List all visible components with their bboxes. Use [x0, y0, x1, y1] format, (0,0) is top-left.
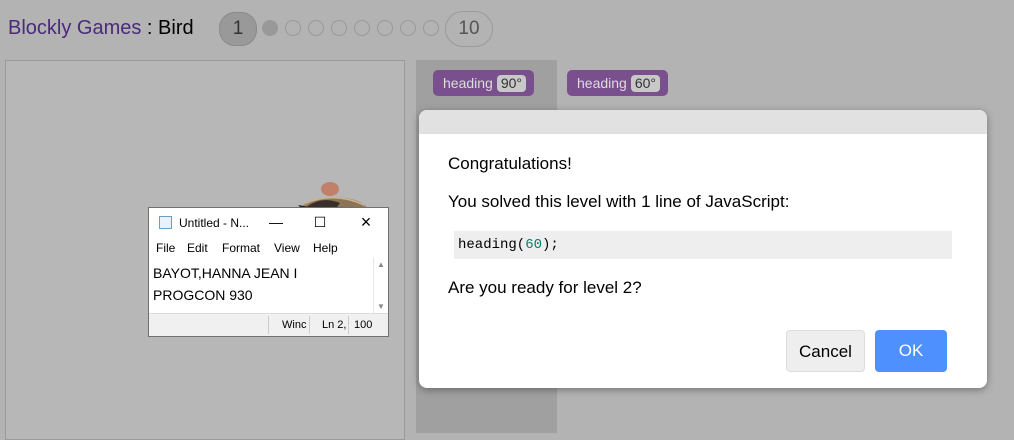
status-zoom: 100: [354, 319, 373, 331]
menu-help[interactable]: Help: [313, 241, 338, 255]
level-9-dot[interactable]: [423, 20, 439, 36]
level-5-dot[interactable]: [331, 20, 347, 36]
page-title: Blockly Games : Bird: [8, 17, 194, 40]
angle-field[interactable]: 60°: [630, 75, 660, 92]
block-label: heading: [577, 75, 627, 91]
notepad-scrollbar[interactable]: ▲ ▼: [373, 258, 388, 316]
dialog-title: Congratulations!: [448, 154, 572, 173]
notepad-icon: [159, 216, 172, 229]
status-encoding: Winc: [282, 319, 307, 331]
level-7-dot[interactable]: [377, 20, 393, 36]
menu-file[interactable]: File: [156, 241, 175, 255]
dialog-header[interactable]: [419, 110, 987, 134]
angle-field[interactable]: 90°: [496, 75, 526, 92]
block-label: heading: [443, 75, 493, 91]
level-4-dot[interactable]: [308, 20, 324, 36]
minimize-icon[interactable]: —: [261, 212, 291, 232]
level-8-dot[interactable]: [400, 20, 416, 36]
level-3-dot[interactable]: [285, 20, 301, 36]
level-1-button[interactable]: 1: [219, 12, 257, 46]
level-10-button[interactable]: 10: [445, 11, 493, 47]
brand-link[interactable]: Blockly Games: [8, 17, 141, 39]
level-2-dot[interactable]: [262, 20, 278, 36]
menu-format[interactable]: Format: [222, 241, 260, 255]
status-position: Ln 2,: [322, 319, 347, 331]
notepad-titlebar[interactable]: Untitled - N... — ☐ ×: [149, 208, 388, 236]
menu-edit[interactable]: Edit: [187, 241, 208, 255]
notepad-window[interactable]: Untitled - N... — ☐ × File Edit Format V…: [148, 207, 389, 337]
maximize-icon[interactable]: ☐: [305, 212, 335, 232]
scroll-down-icon[interactable]: ▼: [377, 302, 385, 311]
ok-button[interactable]: OK: [875, 330, 947, 372]
workspace-heading-block[interactable]: heading 60°: [567, 70, 668, 96]
congratulations-dialog: Congratulations! You solved this level w…: [419, 110, 987, 388]
level-6-dot[interactable]: [354, 20, 370, 36]
game-name: Bird: [158, 17, 194, 39]
cancel-button[interactable]: Cancel: [786, 330, 865, 372]
toolbox-heading-block[interactable]: heading 90°: [433, 70, 534, 96]
notepad-statusbar: Winc Ln 2, 100: [149, 313, 388, 336]
menu-view[interactable]: View: [274, 241, 300, 255]
notepad-text-area[interactable]: BAYOT,HANNA JEAN I PROGCON 930: [153, 262, 297, 306]
close-icon[interactable]: ×: [351, 212, 381, 232]
dialog-question: Are you ready for level 2?: [448, 278, 642, 297]
title-separator: :: [141, 17, 159, 39]
dialog-message: You solved this level with 1 line of Jav…: [448, 192, 790, 211]
notepad-menubar: File Edit Format View Help: [149, 238, 388, 256]
scroll-up-icon[interactable]: ▲: [377, 260, 385, 269]
code-snippet: heading(60);: [454, 231, 952, 259]
notepad-title: Untitled - N...: [179, 216, 250, 230]
